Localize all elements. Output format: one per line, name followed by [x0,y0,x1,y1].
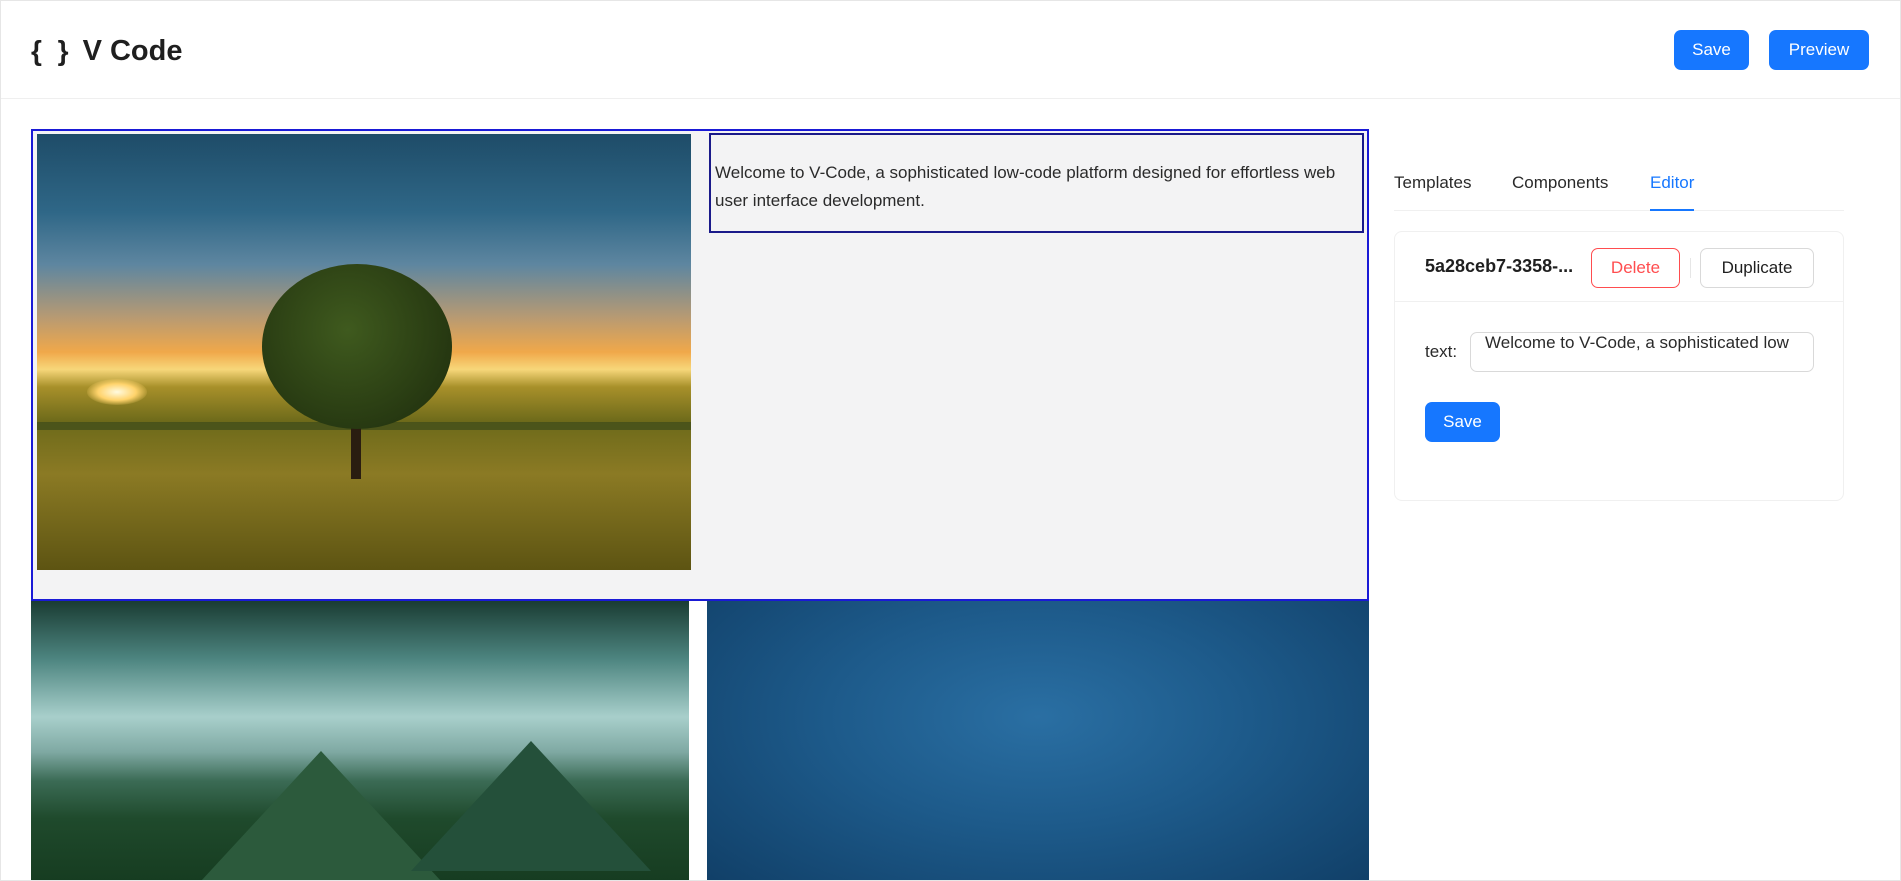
selected-text-component[interactable]: Welcome to V-Code, a sophisticated low-c… [709,133,1364,233]
image-row-container[interactable] [31,601,1369,880]
panel-tabs: Templates Components Editor [1394,163,1844,211]
header-save-button[interactable]: Save [1674,30,1749,70]
tab-components[interactable]: Components [1512,173,1608,211]
tab-editor[interactable]: Editor [1650,173,1695,211]
top-header: { } V Code Save Preview [1,1,1900,99]
duplicate-button[interactable]: Duplicate [1700,248,1814,288]
selected-row-container[interactable]: Welcome to V-Code, a sophisticated low-c… [31,129,1369,601]
delete-button[interactable]: Delete [1591,248,1680,288]
app-title: V Code [82,34,183,67]
component-editor-card: 5a28ceb7-3358-... Delete Duplicate text:… [1394,231,1844,501]
mountain-peak [411,741,651,871]
tab-templates[interactable]: Templates [1394,173,1471,211]
sun-shape [87,379,147,405]
component-id: 5a28ceb7-3358-... [1425,256,1574,276]
editor-canvas: Welcome to V-Code, a sophisticated low-c… [31,129,1369,880]
editor-card-header: 5a28ceb7-3358-... Delete Duplicate [1395,232,1843,302]
app-window: { } V Code Save Preview Welcome to V-Cod… [0,0,1901,881]
sunset-tree-image[interactable] [37,134,691,570]
preview-button[interactable]: Preview [1769,30,1869,70]
text-field-input[interactable]: Welcome to V-Code, a sophisticated low [1470,332,1814,372]
app-logo: { } V Code [31,33,182,69]
mountain-image[interactable] [31,601,689,880]
editor-save-button[interactable]: Save [1425,402,1500,442]
blue-texture-image[interactable] [707,601,1369,880]
text-field-label: text: [1425,342,1458,361]
divider [1690,258,1691,278]
tree-canopy-shape [262,264,452,429]
braces-icon: { } [31,35,73,66]
mountain-peak [201,751,441,880]
